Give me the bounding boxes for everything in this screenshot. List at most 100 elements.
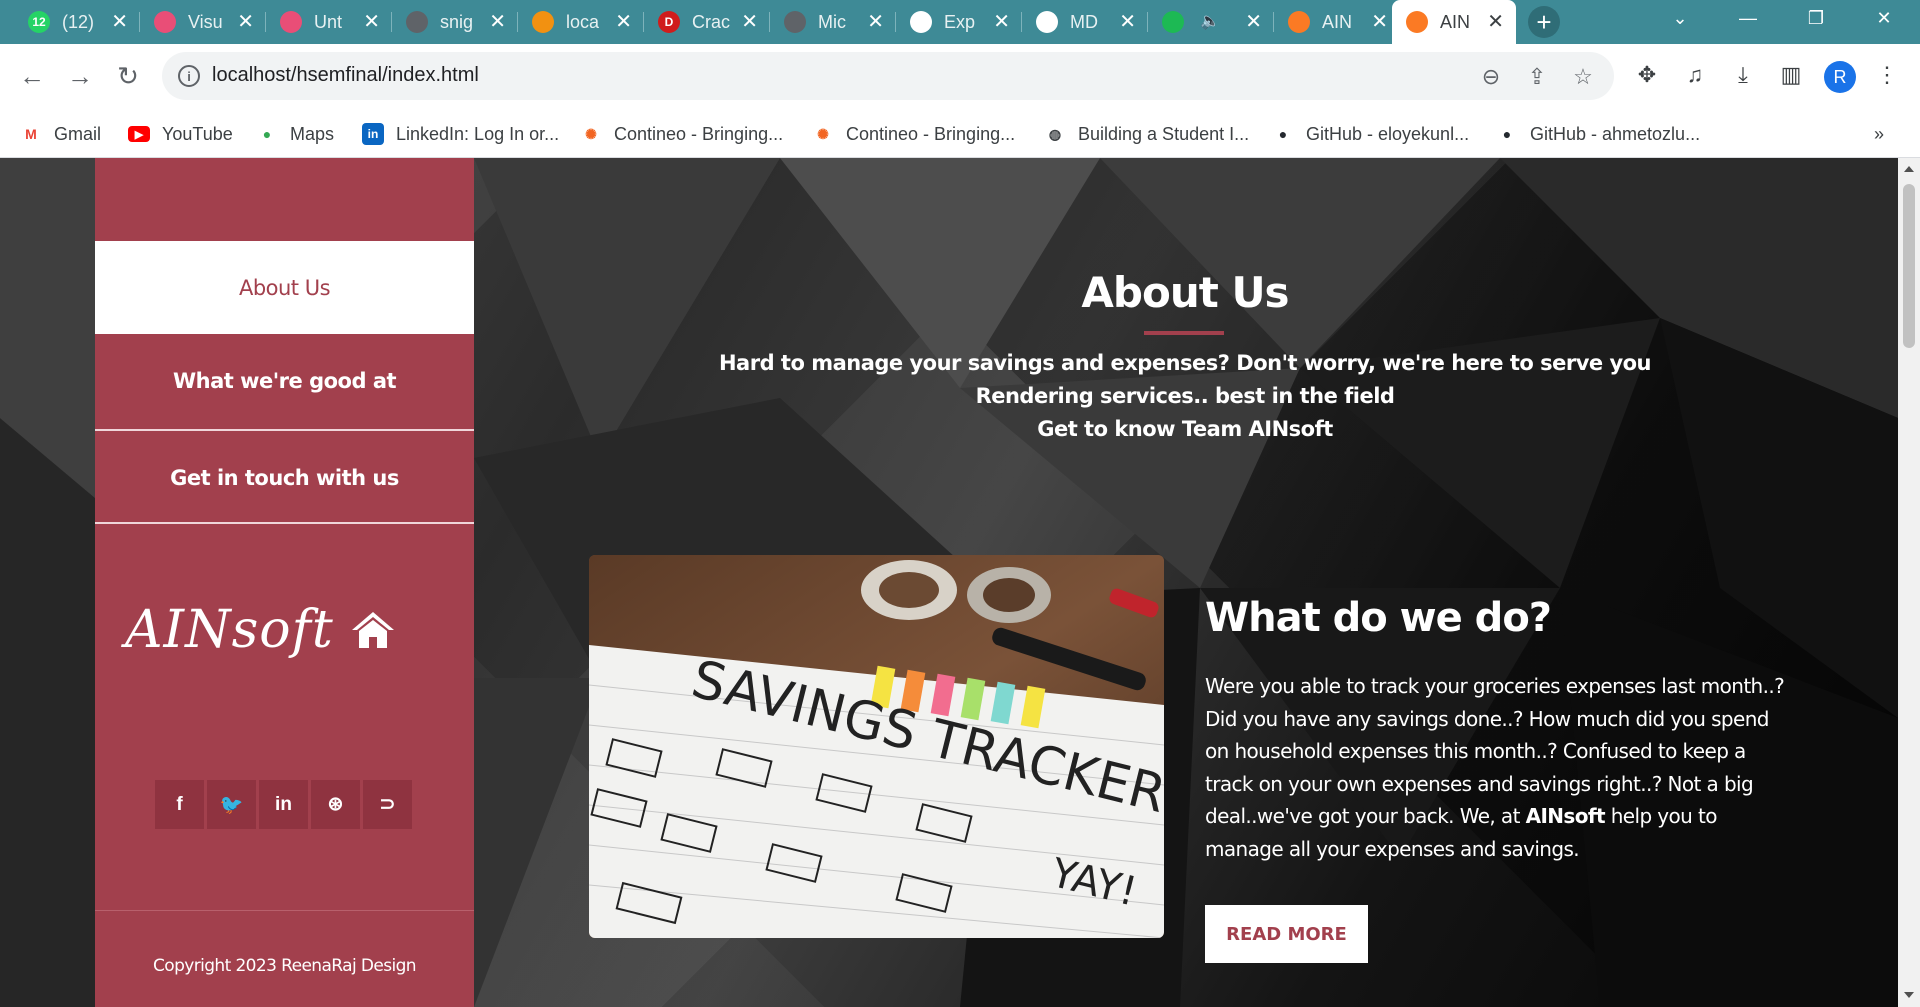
- browser-tab[interactable]: Visu ✕: [140, 0, 266, 44]
- close-tab-icon[interactable]: ✕: [237, 9, 254, 34]
- sidebar-item-get-in-touch[interactable]: Get in touch with us: [95, 431, 474, 524]
- extensions-icon[interactable]: ✥: [1632, 60, 1662, 90]
- twitter-icon[interactable]: 🐦: [207, 780, 256, 829]
- forward-icon[interactable]: →: [64, 60, 96, 92]
- d-letter-icon: D: [658, 11, 680, 33]
- sidebar-item-label: What we're good at: [172, 368, 397, 393]
- github-icon: ●: [1278, 126, 1288, 142]
- dribbble-icon[interactable]: ⊛: [311, 780, 360, 829]
- bookmark-item[interactable]: ▶ YouTube: [128, 120, 233, 148]
- brand-logo[interactable]: AINsoft: [125, 595, 396, 665]
- sidebar: About Us What we're good at Get in touch…: [95, 158, 474, 1007]
- back-icon[interactable]: ←: [16, 60, 48, 92]
- intro-line: Hard to manage your savings and expenses…: [718, 351, 1652, 375]
- gmail-icon: M: [25, 126, 37, 142]
- sidebar-item-label: About Us: [238, 275, 331, 300]
- contineo-icon: ✺: [585, 125, 597, 142]
- facebook-icon[interactable]: f: [155, 780, 204, 829]
- close-tab-icon[interactable]: ✕: [741, 9, 758, 34]
- browser-tab[interactable]: Exp ✕: [896, 0, 1022, 44]
- media-icon[interactable]: ♫: [1680, 60, 1710, 90]
- side-panel-icon[interactable]: ▥: [1776, 60, 1806, 90]
- bookmark-item[interactable]: ● Maps: [256, 120, 334, 148]
- close-tab-icon[interactable]: ✕: [615, 9, 632, 34]
- title-underline: [1144, 331, 1224, 335]
- more-bookmarks-button[interactable]: »: [1874, 120, 1884, 148]
- browser-tab[interactable]: AIN ✕: [1392, 0, 1516, 44]
- tab-title: Crac: [692, 11, 731, 32]
- bookmark-item[interactable]: ✺ Contineo - Bringing...: [580, 120, 783, 148]
- restore-button[interactable]: ❐: [1784, 0, 1848, 36]
- tab-title: Exp: [944, 11, 976, 32]
- sidebar-item-what-were-good-at[interactable]: What we're good at: [95, 334, 474, 427]
- spotify-icon: [1162, 11, 1184, 33]
- browser-tab[interactable]: 🔈 ✕: [1148, 0, 1274, 44]
- tab-search-icon[interactable]: ⌄: [1648, 0, 1712, 36]
- scroll-thumb[interactable]: [1903, 184, 1915, 348]
- menu-icon[interactable]: ⋮: [1872, 60, 1902, 90]
- tab-title: Visu: [188, 11, 223, 32]
- profile-avatar[interactable]: R: [1824, 61, 1856, 93]
- bookmark-item[interactable]: ● GitHub - eloyekunl...: [1272, 120, 1469, 148]
- browser-tab[interactable]: MD ✕: [1022, 0, 1148, 44]
- lock-icon: [1036, 11, 1058, 33]
- bookmark-star-icon[interactable]: ☆: [1570, 64, 1596, 90]
- scroll-up-icon[interactable]: [1904, 166, 1914, 172]
- linkedin-icon: in: [362, 123, 384, 145]
- bookmark-label: Maps: [290, 123, 335, 144]
- browser-tab[interactable]: snig ✕: [392, 0, 518, 44]
- close-tab-icon[interactable]: ✕: [111, 9, 128, 34]
- openai-icon: [910, 11, 932, 33]
- copyright-text: Copyright 2023 ReenaRaj Design: [153, 956, 417, 976]
- close-tab-icon[interactable]: ✕: [363, 9, 380, 34]
- close-tab-icon[interactable]: ✕: [1119, 9, 1136, 34]
- tab-title: AIN: [1322, 11, 1353, 32]
- page-viewport: About Us What we're good at Get in touch…: [0, 158, 1898, 1007]
- sidebar-item-label: Get in touch with us: [170, 465, 399, 490]
- savings-tracker-image: SAVINGS TRACKER YAY!: [589, 555, 1164, 938]
- scroll-down-icon[interactable]: [1904, 992, 1914, 998]
- bookmark-item[interactable]: ✺ Contineo - Bringing...: [812, 120, 1015, 148]
- site-info-icon[interactable]: i: [178, 65, 200, 87]
- bookmark-label: LinkedIn: Log In or...: [396, 123, 560, 144]
- globe-icon: ◍: [1048, 125, 1062, 142]
- bookmark-item[interactable]: M Gmail: [20, 120, 101, 148]
- sidebar-divider: [95, 522, 474, 524]
- zoom-icon[interactable]: ⊖: [1478, 64, 1504, 90]
- close-tab-icon[interactable]: ✕: [1371, 9, 1388, 34]
- bookmark-item[interactable]: ◍ Building a Student I...: [1044, 120, 1249, 148]
- close-tab-icon[interactable]: ✕: [867, 9, 884, 34]
- sidebar-item-about-us[interactable]: About Us: [95, 241, 474, 334]
- browser-tab[interactable]: Unt ✕: [266, 0, 392, 44]
- rss-icon[interactable]: ⊃: [363, 780, 412, 829]
- browser-tab[interactable]: D Crac ✕: [644, 0, 770, 44]
- audio-playing-icon[interactable]: 🔈: [1200, 11, 1220, 31]
- bookmark-item[interactable]: ● GitHub - ahmetozlu...: [1496, 120, 1700, 148]
- browser-tab[interactable]: loca ✕: [518, 0, 644, 44]
- close-tab-icon[interactable]: ✕: [1487, 9, 1504, 34]
- linkedin-icon[interactable]: in: [259, 780, 308, 829]
- tab-title: AIN: [1440, 11, 1471, 32]
- browser-tab[interactable]: Mic ✕: [770, 0, 896, 44]
- browser-tab[interactable]: AIN ✕: [1274, 0, 1400, 44]
- address-bar[interactable]: i localhost/hsemfinal/index.html ⊖ ⇪ ☆: [162, 52, 1614, 100]
- share-icon[interactable]: ⇪: [1524, 64, 1550, 90]
- bookmark-item[interactable]: in LinkedIn: Log In or...: [362, 120, 559, 148]
- read-more-button[interactable]: READ MORE: [1205, 905, 1368, 963]
- page-scrollbar[interactable]: [1898, 158, 1920, 1007]
- tab-title: (12): [62, 11, 95, 32]
- close-tab-icon[interactable]: ✕: [993, 9, 1010, 34]
- close-tab-icon[interactable]: ✕: [1245, 9, 1262, 34]
- browser-tab[interactable]: 12 (12) ✕: [14, 0, 140, 44]
- url-text[interactable]: localhost/hsemfinal/index.html: [212, 64, 479, 87]
- download-icon[interactable]: ⤓: [1728, 60, 1758, 90]
- close-tab-icon[interactable]: ✕: [489, 9, 506, 34]
- maps-icon: ●: [262, 126, 272, 142]
- bookmark-label: Contineo - Bringing...: [614, 123, 784, 144]
- reload-icon[interactable]: ↻: [112, 60, 144, 92]
- minimize-button[interactable]: —: [1716, 0, 1780, 36]
- browser-toolbar: ← → ↻ i localhost/hsemfinal/index.html ⊖…: [0, 44, 1920, 110]
- section-body: Were you able to track your groceries ex…: [1205, 670, 1795, 865]
- new-tab-button[interactable]: +: [1528, 6, 1560, 38]
- close-window-button[interactable]: ✕: [1852, 0, 1916, 36]
